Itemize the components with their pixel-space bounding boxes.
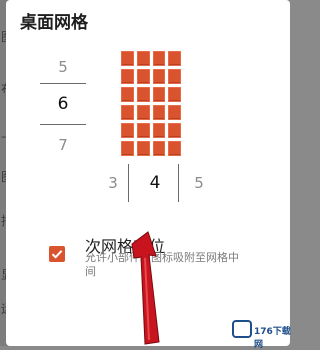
grid-cell <box>121 69 134 84</box>
grid-cell <box>121 141 134 156</box>
cols-number-picker[interactable]: 3 4 5 <box>102 160 212 204</box>
check-icon <box>51 250 63 259</box>
grid-cell <box>152 87 166 102</box>
grid-cell <box>121 105 134 120</box>
rows-picker-divider-top <box>40 83 86 84</box>
grid-cell <box>152 141 166 156</box>
grid-cell <box>136 123 150 138</box>
grid-cell <box>152 105 166 120</box>
176-logo-icon <box>232 320 252 338</box>
grid-cell <box>168 141 181 156</box>
grid-cell <box>152 51 166 66</box>
rows-picker-selected[interactable]: 6 <box>38 94 88 114</box>
rows-number-picker[interactable]: 5 6 7 <box>38 56 88 156</box>
description-line-2: 间 <box>85 265 96 278</box>
grid-cell <box>168 87 181 102</box>
cols-picker-left[interactable]: 3 <box>102 174 124 192</box>
grid-cell <box>121 123 134 138</box>
grid-cell <box>136 87 150 102</box>
grid-cell <box>136 141 150 156</box>
red-arrow-icon <box>131 231 160 345</box>
watermark-text: 176下载网 <box>254 327 291 350</box>
dialog-title: 桌面网格 <box>20 13 88 33</box>
grid-cell <box>168 51 181 66</box>
grid-cell <box>121 51 134 66</box>
cols-picker-divider-left <box>128 164 129 202</box>
rows-picker-above[interactable]: 5 <box>38 58 88 76</box>
grid-cell <box>136 51 150 66</box>
grid-cell <box>136 69 150 84</box>
rows-picker-divider-bottom <box>40 124 86 125</box>
grid-cell <box>121 87 134 102</box>
grid-cell <box>136 105 150 120</box>
grid-cell <box>152 123 166 138</box>
cols-picker-selected[interactable]: 4 <box>144 173 166 193</box>
cols-picker-divider-right <box>178 164 179 202</box>
grid-cell <box>168 123 181 138</box>
cols-picker-right[interactable]: 5 <box>188 174 210 192</box>
grid-cell <box>168 69 181 84</box>
grid-cell <box>168 105 181 120</box>
grid-preview <box>121 51 181 156</box>
rows-picker-below[interactable]: 7 <box>38 136 88 154</box>
sub-grid-checkbox[interactable] <box>49 246 65 262</box>
watermark-logo: 176下载网 <box>232 318 292 350</box>
grid-cell <box>152 69 166 84</box>
